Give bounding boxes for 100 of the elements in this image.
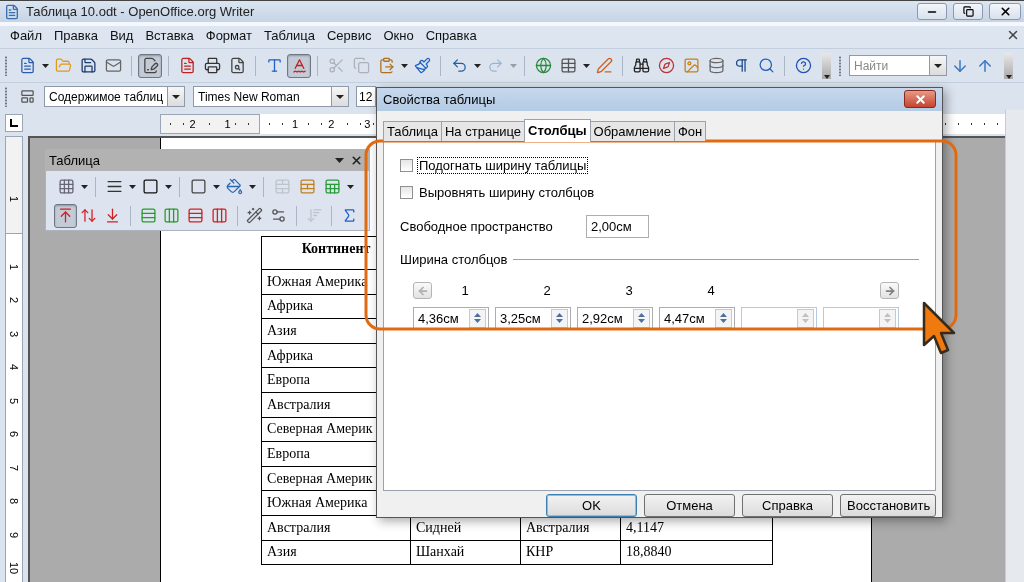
menu-item[interactable]: Вставка [139,24,200,46]
ruler-number: 5 [8,397,20,404]
pencil-icon [595,57,613,74]
toolbar-grip[interactable] [838,55,842,76]
column-number: 1 [461,283,469,299]
copy-icon [352,57,370,74]
dialog-button[interactable]: Восстановить [840,494,936,517]
vertical-scrollbar[interactable] [1005,110,1024,582]
caret-icon [41,63,49,68]
printer-icon [203,57,221,74]
spin-buttons[interactable] [715,308,732,328]
table-cell: 18,8840 [620,540,773,565]
ruler-number: 2 [326,118,337,130]
delete-columns-icon [210,207,228,224]
close-button[interactable] [989,3,1021,20]
overflow-button[interactable] [1004,52,1013,79]
sort-icon [305,207,323,224]
spin-buttons[interactable] [469,308,486,328]
compass-icon [657,57,675,74]
insert-columns-icon [163,207,181,224]
close-button[interactable] [904,90,936,109]
database-icon [707,57,725,74]
menu-item[interactable]: Вид [103,24,140,46]
paint-bucket-icon [225,178,243,195]
column-width-field[interactable]: 4,36см [413,306,489,330]
tab[interactable]: Обрамление [589,120,675,141]
column-number: 3 [625,283,633,299]
tab-stop-button[interactable] [5,114,23,132]
checkbox[interactable] [400,158,413,172]
menu-item[interactable]: Таблица [257,24,321,46]
ruler-number: 1 [8,195,20,203]
ruler-number: 2 [187,118,198,130]
find-field[interactable]: Найти [849,55,947,76]
dialog-button[interactable]: Справка [742,494,833,517]
merge-cells-icon [273,178,291,195]
font-size-field[interactable]: 12 [356,86,376,107]
ruler-number: 1 [290,118,301,130]
paragraph-style-field[interactable]: Содержимое таблиц [44,86,185,107]
spin-buttons[interactable] [551,308,568,328]
arrow-left-icon [416,284,429,297]
caret-icon[interactable] [335,158,344,163]
checkbox[interactable] [400,185,413,199]
clipboard-icon [377,57,395,74]
dialog-button[interactable]: OK [546,494,637,517]
tab-stop-icon [10,119,18,127]
ruler-number: 3 [8,330,20,337]
folder-icon [54,57,72,74]
sheet-icon [323,178,341,195]
menu-item[interactable]: Справка [419,24,483,46]
square-icon [189,178,207,195]
dialog-button[interactable]: Отмена [644,494,735,517]
tab[interactable]: Таблица [383,120,442,141]
dialog-title: Свойства таблицы [383,91,496,107]
next-columns-button[interactable] [880,282,899,300]
field-label: Свободное пространство [400,219,554,235]
close-icon[interactable] [1006,28,1020,42]
column-width-field[interactable]: 2,92см [577,306,653,330]
toolbar-grip[interactable] [4,55,8,76]
menu-item[interactable]: Файл [4,24,48,46]
free-space-field[interactable]: 2,00см [586,215,649,239]
document-pen-button[interactable] [138,53,162,78]
caret-icon [172,94,180,99]
minimize-button[interactable] [917,3,947,20]
ruler-number: 4 [8,364,20,371]
font-name-field[interactable]: Times New Roman [193,86,349,107]
spellcheck-wave-button[interactable] [287,53,311,78]
menu-item[interactable]: Окно [377,24,420,46]
table-icon [559,57,577,74]
spin-buttons[interactable] [633,308,650,328]
ruler-number: 9 [8,531,20,538]
ruler-number: 8 [8,498,20,505]
menu-item[interactable]: Формат [199,24,258,46]
restore-button[interactable] [953,3,983,20]
tab[interactable]: Фон [674,120,707,141]
ruler-number: 7 [8,464,20,471]
column-width-field[interactable]: 3,25см [495,306,571,330]
restore-icon [962,6,974,17]
tab[interactable]: На странице [441,120,526,141]
table-cell: Азия [261,540,411,565]
overflow-button[interactable] [822,52,831,79]
split-cells-icon [298,178,316,195]
close-icon[interactable] [350,154,363,167]
tab[interactable]: Столбцы [524,118,591,142]
caret-icon [1005,74,1012,79]
column-width-field[interactable]: 4,47см [659,306,735,330]
framed-picture-icon [682,57,700,74]
checkbox-label[interactable]: Выровнять ширину столбцов [418,184,596,200]
caret-icon [582,63,590,68]
caret-icon [509,63,517,68]
close-icon [913,92,927,106]
globe-icon [534,57,552,74]
magic-wand-icon [246,207,264,224]
align-top-button[interactable] [54,203,77,228]
menu-item[interactable]: Сервис [320,24,378,46]
toolbar-grip[interactable] [4,86,8,107]
menu-item[interactable]: Правка [47,24,104,46]
checkbox-label[interactable]: Подогнать ширину таблицы [418,157,588,173]
caret-icon [473,63,481,68]
spellcheck-wave-icon [290,57,308,74]
table-cell: КНР [520,540,621,565]
